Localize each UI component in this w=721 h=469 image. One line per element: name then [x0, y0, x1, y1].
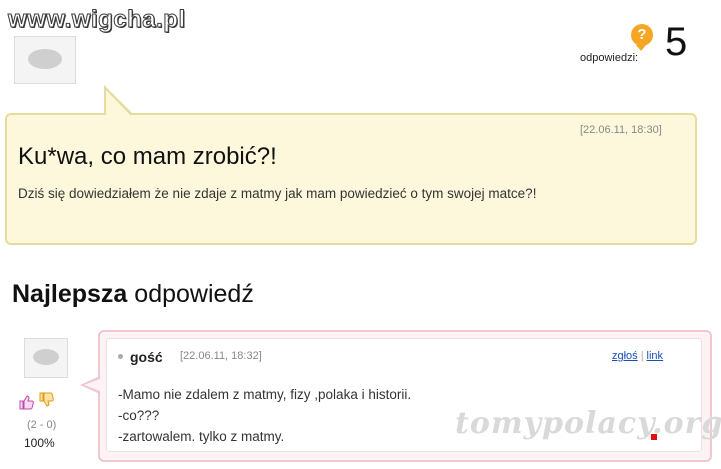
answer-line: -zartowalem. tylko z matmy. — [118, 429, 285, 444]
link-separator: | — [640, 350, 644, 362]
report-link[interactable]: zgłoś — [612, 350, 638, 362]
vote-count: (2 - 0) — [27, 419, 57, 431]
avatar-logo — [28, 49, 62, 69]
watermark-top: www.wigcha.pl — [8, 6, 186, 34]
answerer-avatar — [24, 338, 68, 378]
thumb-down-icon[interactable] — [38, 392, 54, 408]
asker-avatar — [14, 36, 76, 84]
question-bubble-icon: ? — [631, 24, 653, 51]
answer-date: [22.06.11, 18:32] — [180, 350, 262, 362]
question-date: [22.06.11, 18:30] — [580, 124, 662, 136]
answers-label: odpowiedzi: — [580, 52, 639, 64]
answer-line: -co??? — [118, 408, 160, 423]
permalink-link[interactable]: link — [647, 350, 664, 362]
answer-bubble-tail-inner — [84, 379, 100, 391]
vote-percent: 100% — [24, 436, 55, 450]
question-body: Dziś się dowiedziałem że nie zdaje z mat… — [18, 186, 537, 201]
question-bubble-tail-inner — [106, 90, 130, 115]
answer-line: -Mamo nie zdalem z matmy, fizy ,polaka i… — [118, 387, 412, 402]
question-title: Ku*wa, co mam zrobić?! — [18, 143, 277, 170]
watermark-bottom: tomypolacy.org — [455, 406, 721, 441]
thumb-up-icon[interactable] — [18, 394, 34, 410]
answer-author[interactable]: gość — [130, 349, 163, 365]
answer-links: zgłoś | link — [612, 350, 663, 362]
best-answer-heading: Najlepsza odpowiedź — [12, 280, 254, 309]
best-answer-heading-rest: odpowiedź — [134, 280, 254, 308]
avatar-logo — [33, 349, 59, 365]
author-bullet-icon — [118, 354, 123, 359]
answers-count: 5 — [665, 20, 688, 64]
red-dot — [651, 434, 657, 440]
best-answer-heading-bold: Najlepsza — [12, 280, 128, 308]
